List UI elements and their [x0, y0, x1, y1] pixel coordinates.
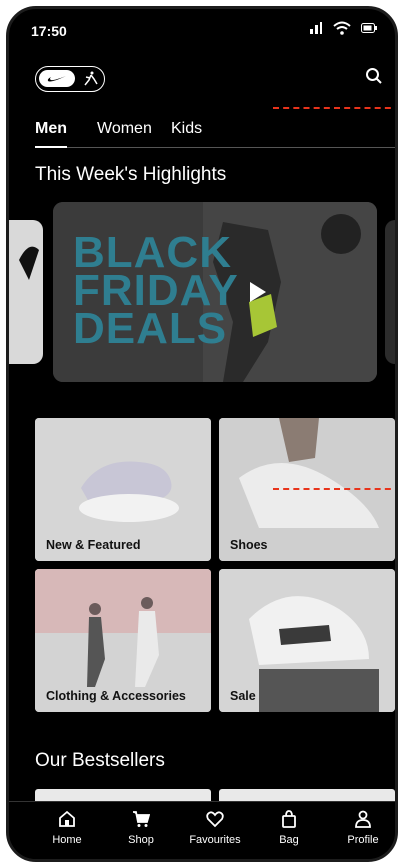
bottom-navigation: Home Shop Favourites Bag Profile: [9, 801, 395, 859]
profile-icon: [355, 810, 371, 828]
nav-label: Favourites: [189, 834, 241, 846]
tab-women[interactable]: Women: [97, 120, 152, 138]
wifi-icon: [333, 21, 351, 35]
annotation-dash-line: [273, 107, 395, 109]
status-time: 17:50: [31, 23, 67, 39]
status-bar: 17:50: [9, 9, 395, 49]
annotation-dash-line: [273, 488, 395, 490]
promo-card-previous[interactable]: [9, 220, 43, 364]
bag-icon: [282, 810, 296, 828]
nav-shop[interactable]: Shop: [106, 810, 176, 846]
battery-icon: [361, 23, 377, 33]
category-label: Sale: [230, 689, 256, 703]
cart-icon: [133, 811, 150, 827]
play-icon[interactable]: [248, 280, 268, 309]
nav-profile[interactable]: Profile: [328, 810, 395, 846]
category-label: New & Featured: [46, 538, 141, 552]
highlights-title: This Week's Highlights: [35, 164, 227, 185]
app-frame: 17:50 Men Women Kids This Week's Highlig…: [6, 6, 398, 862]
bestsellers-title: Our Bestsellers: [35, 750, 165, 771]
tab-men[interactable]: Men: [35, 120, 67, 148]
promo-card-next[interactable]: [385, 220, 395, 364]
category-clothing-accessories[interactable]: Clothing & Accessories: [35, 569, 211, 712]
nav-favourites[interactable]: Favourites: [180, 810, 250, 846]
swoosh-icon: [47, 75, 66, 81]
jordan-logo-icon[interactable]: [82, 70, 100, 88]
home-icon: [59, 810, 75, 827]
category-new-featured[interactable]: New & Featured: [35, 418, 211, 561]
tab-kids[interactable]: Kids: [171, 120, 202, 138]
gender-tabs: Men Women Kids: [35, 117, 395, 148]
nav-label: Shop: [128, 834, 154, 846]
shoe-image: [19, 246, 39, 280]
category-sale[interactable]: Sale: [219, 569, 395, 712]
brand-switcher[interactable]: [35, 66, 105, 92]
promo-text-line: DEALS: [73, 304, 228, 353]
promo-video-card[interactable]: BLACK FRIDAY DEALS: [53, 202, 377, 382]
phone-screen: 17:50 Men Women Kids This Week's Highlig…: [0, 0, 403, 866]
signal-icon: [310, 22, 322, 34]
category-label: Clothing & Accessories: [46, 689, 186, 703]
nav-home[interactable]: Home: [32, 810, 102, 846]
nike-logo-option[interactable]: [39, 70, 75, 87]
category-label: Shoes: [230, 538, 268, 552]
promo-headline: BLACK FRIDAY DEALS: [73, 231, 239, 353]
search-icon[interactable]: [365, 67, 383, 90]
nav-bag[interactable]: Bag: [254, 810, 324, 846]
system-icons: [309, 21, 377, 35]
nav-label: Profile: [347, 834, 379, 846]
nav-label: Home: [52, 834, 82, 846]
heart-icon: [206, 811, 224, 828]
nav-label: Bag: [279, 834, 299, 846]
